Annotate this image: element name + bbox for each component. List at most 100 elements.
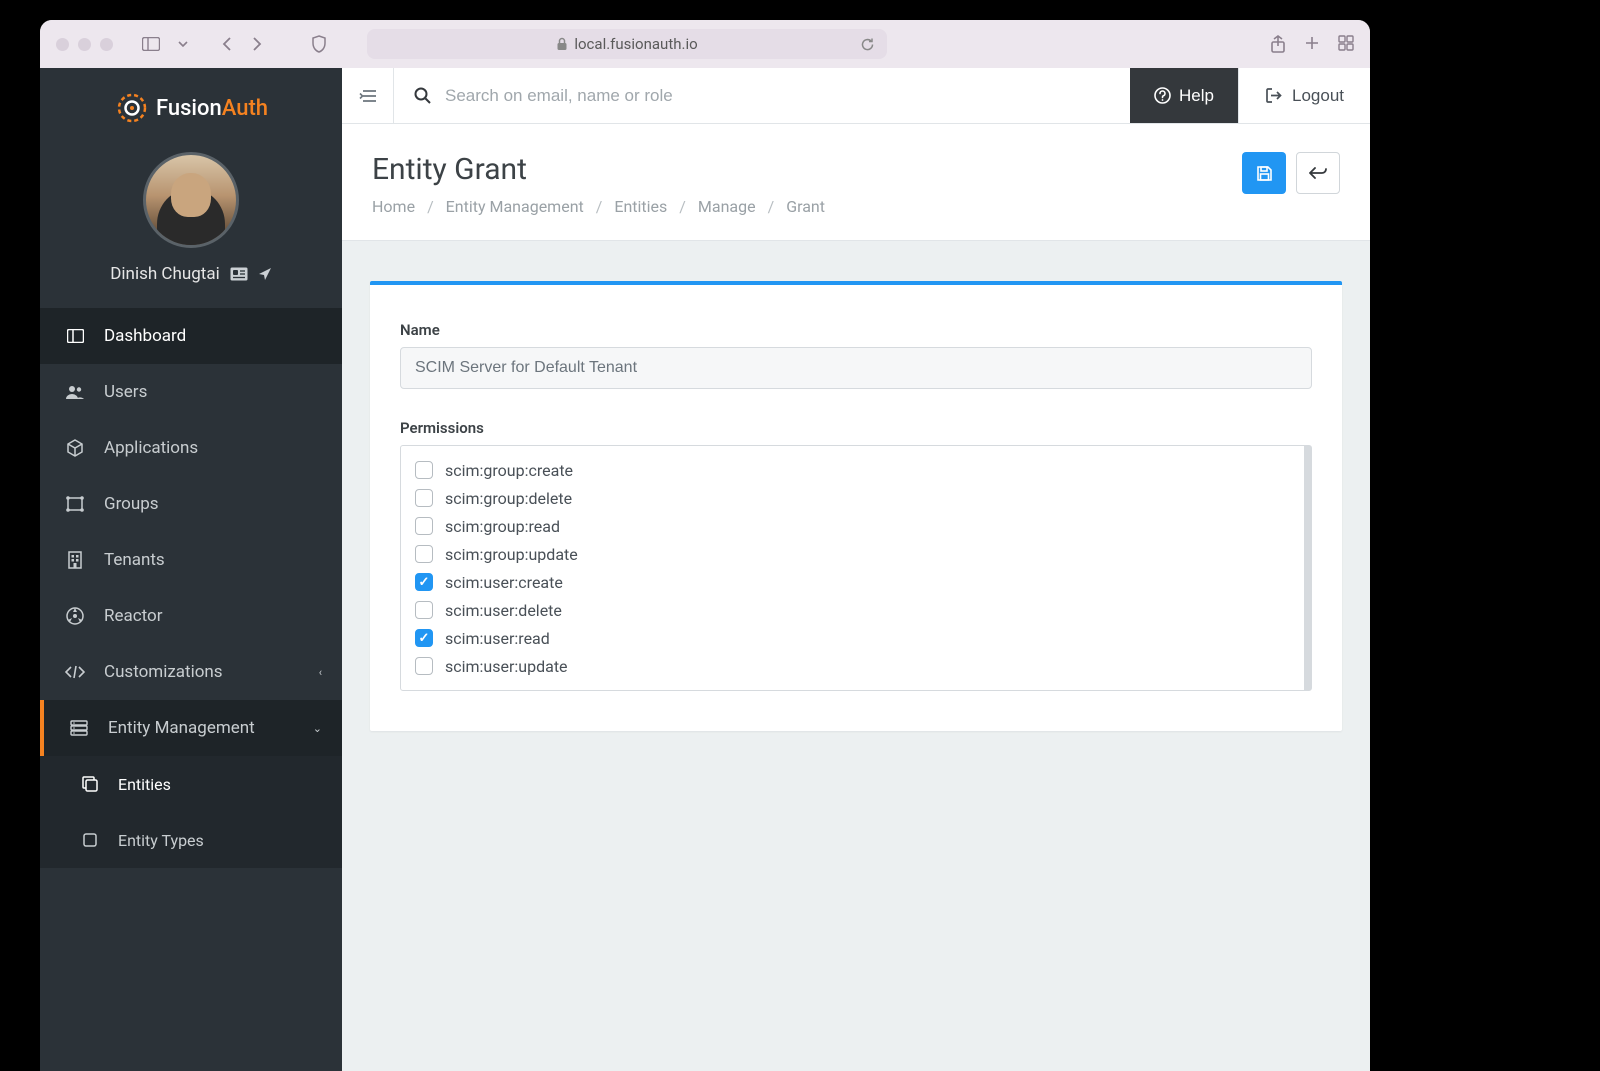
permission-label: scim:user:create (445, 573, 563, 592)
sidebar-item-label: Users (104, 382, 147, 402)
permission-row: scim:group:read (415, 512, 1290, 540)
chevron-down-icon[interactable] (169, 32, 197, 56)
logo: FusionAuth (40, 68, 342, 144)
topbar: Help Logout (342, 68, 1370, 124)
back-icon[interactable] (213, 32, 241, 56)
browser-chrome: local.fusionauth.io (40, 20, 1370, 68)
minimize-window-icon[interactable] (78, 38, 91, 51)
sidebar-item-label: Entity Management (108, 718, 255, 738)
share-icon[interactable] (1270, 35, 1286, 53)
forward-icon[interactable] (243, 32, 271, 56)
logout-label: Logout (1292, 86, 1344, 106)
permission-checkbox[interactable] (415, 629, 433, 647)
sidebar-item-groups[interactable]: Groups (40, 476, 342, 532)
permission-label: scim:group:update (445, 545, 578, 564)
permission-row: scim:group:delete (415, 484, 1290, 512)
permission-row: scim:group:update (415, 540, 1290, 568)
search-icon (414, 87, 431, 104)
sidebar-item-label: Groups (104, 494, 159, 514)
chevron-left-icon: ‹ (319, 666, 322, 679)
sidebar: FusionAuth Dinish Chugtai (40, 68, 342, 1071)
help-icon (1154, 87, 1171, 104)
url-text: local.fusionauth.io (574, 35, 697, 53)
sidebar-item-users[interactable]: Users (40, 364, 342, 420)
groups-icon (64, 496, 86, 512)
breadcrumb-item[interactable]: Manage (698, 197, 756, 216)
breadcrumb-item[interactable]: Home (372, 197, 415, 216)
permissions-list: scim:group:create scim:group:delete scim:g… (400, 445, 1312, 691)
tabs-overview-icon[interactable] (1338, 35, 1354, 53)
square-icon (80, 833, 100, 847)
sidebar-item-label: Reactor (104, 606, 163, 626)
content: Name Permissions scim:group:createscim:g… (342, 241, 1370, 771)
sidebar-item-dashboard[interactable]: Dashboard (40, 308, 342, 364)
sidebar-item-label: Entity Types (118, 831, 204, 850)
close-window-icon[interactable] (56, 38, 69, 51)
code-icon (64, 665, 86, 679)
back-button[interactable] (1296, 152, 1340, 194)
permission-row: scim:user:delete (415, 596, 1290, 624)
maximize-window-icon[interactable] (100, 38, 113, 51)
dashboard-icon (64, 329, 86, 343)
shield-icon[interactable] (303, 35, 335, 53)
name-label: Name (400, 321, 1312, 339)
permission-checkbox[interactable] (415, 601, 433, 619)
lock-icon (556, 37, 568, 51)
url-bar[interactable]: local.fusionauth.io (367, 29, 887, 59)
help-button[interactable]: Help (1130, 68, 1238, 123)
avatar[interactable] (143, 152, 239, 248)
id-card-icon[interactable] (230, 267, 248, 281)
search-input[interactable] (445, 86, 1110, 106)
profile: Dinish Chugtai (40, 144, 342, 308)
breadcrumb: Home/ Entity Management/ Entities/ Manag… (372, 197, 1242, 216)
permission-label: scim:group:delete (445, 489, 572, 508)
sidebar-item-customizations[interactable]: Customizations ‹ (40, 644, 342, 700)
help-label: Help (1179, 86, 1214, 106)
sidebar-item-label: Customizations (104, 662, 223, 682)
sidebar-item-applications[interactable]: Applications (40, 420, 342, 476)
main: Help Logout Entity Grant Home/ Entity Ma… (342, 68, 1370, 1071)
location-arrow-icon[interactable] (258, 267, 272, 281)
page-header: Entity Grant Home/ Entity Management/ En… (342, 124, 1370, 241)
permission-checkbox[interactable] (415, 517, 433, 535)
form-card: Name Permissions scim:group:createscim:g… (370, 281, 1342, 731)
sidebar-item-entities[interactable]: Entities (40, 756, 342, 812)
permission-checkbox[interactable] (415, 545, 433, 563)
refresh-icon[interactable] (860, 37, 875, 52)
page-title: Entity Grant (372, 152, 1242, 187)
permission-label: scim:user:delete (445, 601, 562, 620)
breadcrumb-item[interactable]: Entities (614, 197, 667, 216)
sidebar-item-tenants[interactable]: Tenants (40, 532, 342, 588)
permission-label: scim:user:update (445, 657, 568, 676)
permission-row: scim:user:read (415, 624, 1290, 652)
permission-row: scim:user:create (415, 568, 1290, 596)
logout-button[interactable]: Logout (1238, 68, 1370, 123)
permission-checkbox[interactable] (415, 573, 433, 591)
sidebar-item-entity-management[interactable]: Entity Management ⌄ (40, 700, 342, 756)
collapse-sidebar-icon[interactable] (342, 68, 394, 123)
permission-checkbox[interactable] (415, 461, 433, 479)
logo-icon (114, 90, 150, 126)
permission-row: scim:group:create (415, 456, 1290, 484)
save-button[interactable] (1242, 152, 1286, 194)
sidebar-toggle-icon[interactable] (137, 32, 165, 56)
server-icon (68, 720, 90, 736)
breadcrumb-item: Grant (786, 197, 825, 216)
permission-label: scim:group:read (445, 517, 560, 536)
building-icon (64, 551, 86, 569)
sidebar-item-label: Tenants (104, 550, 165, 570)
permission-checkbox[interactable] (415, 657, 433, 675)
name-field[interactable] (400, 347, 1312, 389)
sidebar-item-label: Applications (104, 438, 198, 458)
chevron-down-icon: ⌄ (313, 722, 322, 735)
traffic-lights (56, 38, 113, 51)
logout-icon (1265, 87, 1282, 104)
permission-checkbox[interactable] (415, 489, 433, 507)
new-tab-icon[interactable] (1304, 35, 1320, 53)
breadcrumb-item[interactable]: Entity Management (446, 197, 584, 216)
sidebar-item-entity-types[interactable]: Entity Types (40, 812, 342, 868)
sidebar-item-reactor[interactable]: Reactor (40, 588, 342, 644)
cube-icon (64, 439, 86, 457)
user-name: Dinish Chugtai (110, 264, 219, 284)
sidebar-item-label: Dashboard (104, 326, 186, 346)
